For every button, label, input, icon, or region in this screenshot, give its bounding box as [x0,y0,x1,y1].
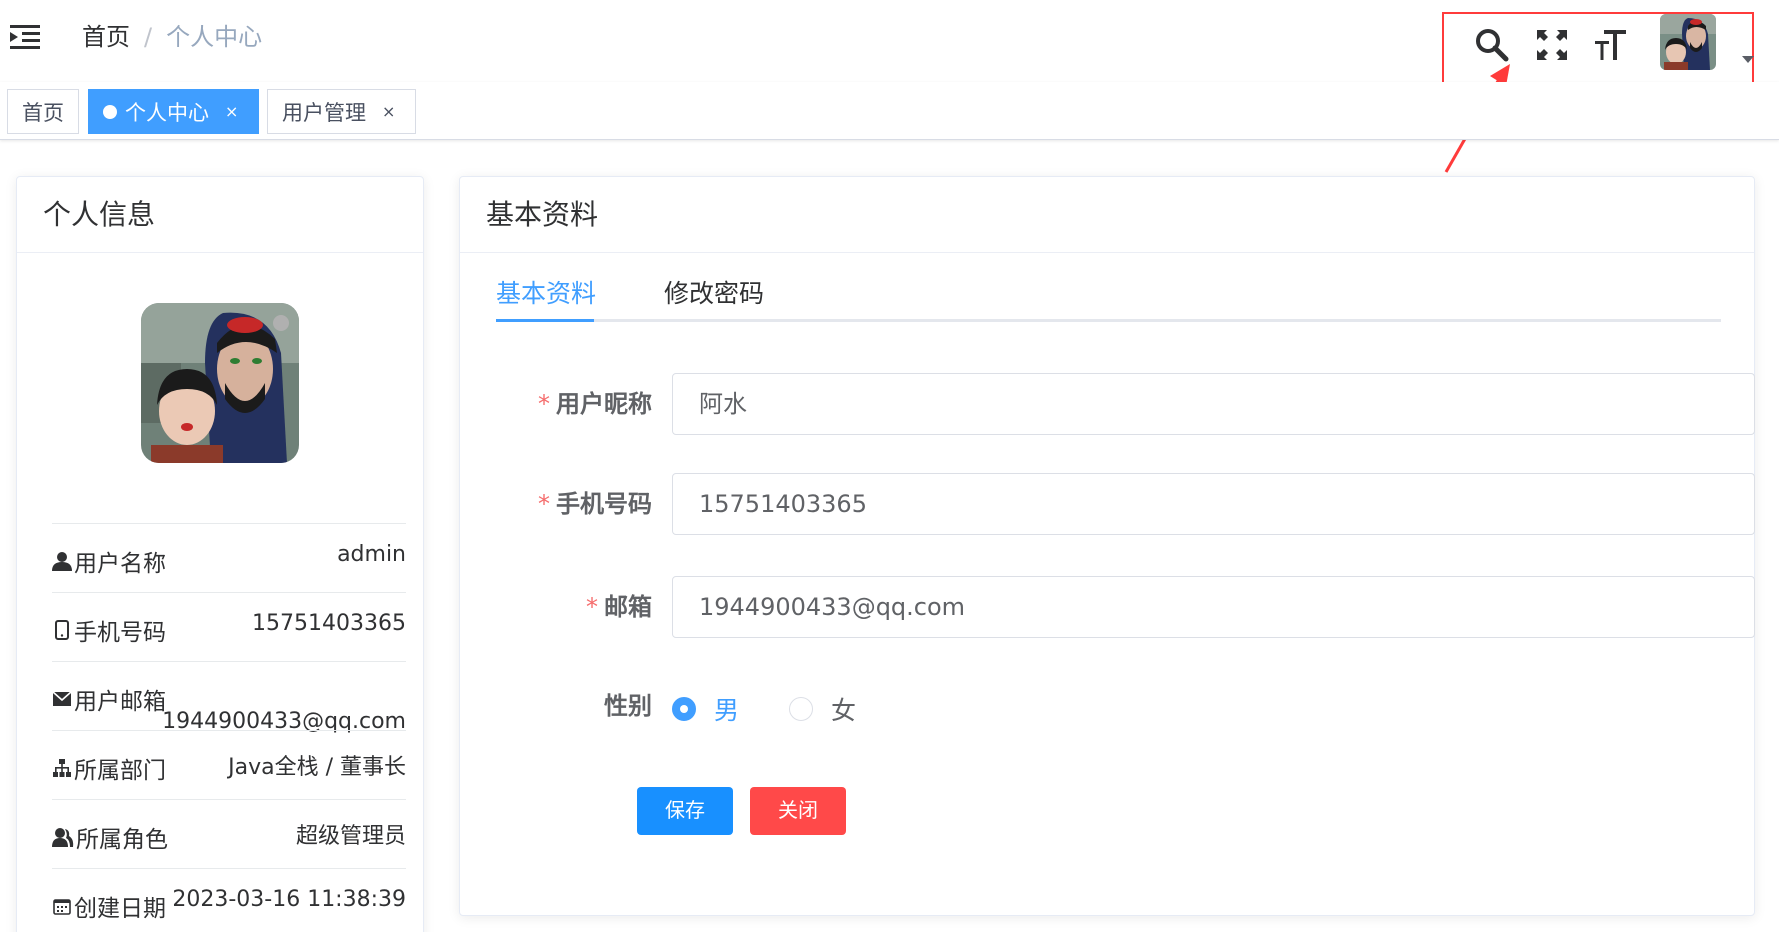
info-value: 超级管理员 [295,824,406,849]
peoples-icon [52,828,74,847]
card-title: 基本资料 [460,177,1754,253]
tag-home[interactable]: 首页 [7,89,79,134]
info-label: 所属部门 [74,758,166,784]
breadcrumb-separator: / [144,23,153,51]
breadcrumb: 首页 / 个人中心 [82,20,262,54]
profile-card: 个人信息 用户名称 admin 手机号码 15751403365 用户邮箱 19… [16,176,424,932]
info-label: 所属角色 [76,827,168,853]
info-value: Java全栈 / 董事长 [228,755,406,780]
radio-unchecked-icon [789,697,813,721]
tab-basic-info[interactable]: 基本资料 [496,272,596,316]
tabs: 基本资料 修改密码 [496,272,1721,322]
font-size-icon[interactable] [1588,20,1632,70]
list-item: 手机号码 15751403365 [52,592,406,661]
email-input[interactable]: 1944900433@qq.com [672,576,1755,638]
info-value: 15751403365 [252,611,406,636]
form-item-phone: * 手机号码 15751403365 [496,473,1755,535]
radio-label: 男 [714,696,740,725]
tag-label: 个人中心 [125,100,209,125]
tag-profile[interactable]: 个人中心 × [88,89,259,134]
phone-icon [55,620,69,640]
list-item: 所属角色 超级管理员 [52,799,406,868]
user-icon [52,552,72,571]
close-button[interactable]: 关闭 [750,787,846,835]
navbar: 首页 / 个人中心 [0,0,1779,173]
card-title: 个人信息 [17,177,423,253]
basic-info-card: 基本资料 基本资料 修改密码 * 用户昵称 阿水 * 手机号码 1575140336… [459,176,1755,916]
form-item-gender: 性别 男 女 [496,675,1721,737]
tags-view: 首页 个人中心 × 用户管理 × [0,82,1779,140]
active-dot-icon [103,104,117,119]
radio-checked-icon [672,697,696,721]
phone-label: * 手机号码 [538,490,652,518]
phone-input[interactable]: 15751403365 [672,473,1755,535]
list-item: 用户名称 admin [52,523,406,592]
fullscreen-icon[interactable] [1530,20,1574,70]
info-label: 用户名称 [74,551,166,577]
info-value: 2023-03-16 11:38:39 [172,887,406,912]
tag-user-manage[interactable]: 用户管理 × [267,89,416,134]
list-item: 所属部门 Java全栈 / 董事长 [52,730,406,799]
list-item: 创建日期 2023-03-16 11:38:39 [52,868,406,932]
breadcrumb-current: 个人中心 [166,23,263,51]
radio-label: 女 [831,696,857,725]
info-label: 手机号码 [74,620,166,646]
profile-avatar[interactable] [141,303,299,463]
active-tab-indicator [496,319,594,322]
tag-label: 首页 [22,100,64,125]
mail-icon [52,691,72,706]
save-button[interactable]: 保存 [637,787,733,835]
caret-down-icon[interactable] [1742,56,1754,63]
required-mark: * [538,490,550,518]
tree-icon [53,759,71,777]
info-value: admin [337,542,406,567]
nickname-input[interactable]: 阿水 [672,373,1755,435]
gender-radio-male[interactable]: 男 [672,691,739,727]
gender-radio-female[interactable]: 女 [789,691,856,727]
list-item: 用户邮箱 1944900433@qq.com [52,661,406,734]
email-label: * 邮箱 [586,593,652,621]
tab-change-password[interactable]: 修改密码 [664,272,764,316]
info-label: 创建日期 [74,896,166,922]
tag-label: 用户管理 [282,100,366,125]
breadcrumb-home[interactable]: 首页 [82,20,130,54]
close-icon[interactable]: × [225,102,238,121]
date-icon [53,899,71,915]
form-item-nickname: * 用户昵称 阿水 [496,373,1755,435]
form-item-email: * 邮箱 1944900433@qq.com [496,576,1755,638]
gender-label: 性别 [604,692,652,720]
profile-info-list: 用户名称 admin 手机号码 15751403365 用户邮箱 1944900… [52,523,406,932]
user-avatar[interactable] [1660,14,1716,70]
required-mark: * [538,390,550,418]
nickname-label: * 用户昵称 [538,390,652,418]
menu-toggle-icon[interactable] [10,24,40,50]
close-icon[interactable]: × [382,102,395,121]
info-label: 用户邮箱 [74,689,166,715]
required-mark: * [586,593,598,621]
